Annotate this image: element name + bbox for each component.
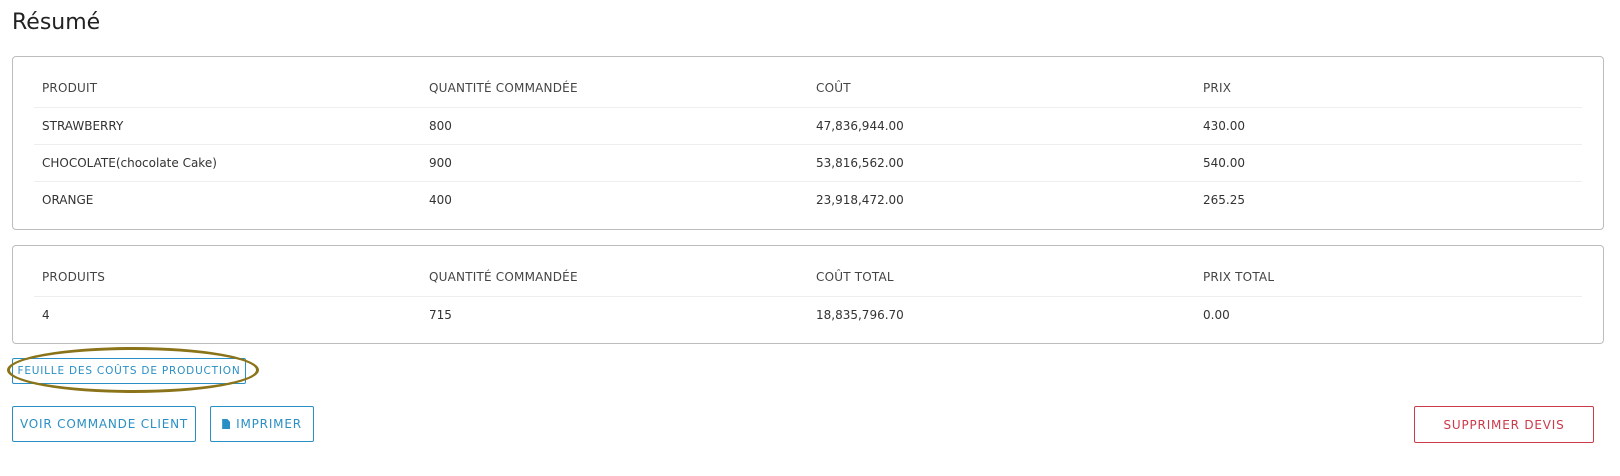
cell-product: CHOCOLATE(chocolate Cake) — [34, 144, 421, 182]
totals-card: PRODUITS QUANTITÉ COMMANDÉE COÛT TOTAL P… — [12, 245, 1604, 344]
header-products: PRODUITS — [34, 258, 421, 297]
cell-price: 540.00 — [1195, 144, 1582, 182]
header-quantity-ordered: QUANTITÉ COMMANDÉE — [421, 69, 808, 108]
view-customer-order-button[interactable]: VOIR COMMANDE CLIENT — [12, 406, 196, 442]
table-row: CHOCOLATE(chocolate Cake) 900 53,816,562… — [34, 144, 1582, 182]
cell-total-quantity: 715 — [429, 308, 452, 322]
order-lines-table: PRODUIT QUANTITÉ COMMANDÉE COÛT PRIX STR… — [34, 69, 1582, 218]
cell-quantity: 800 — [421, 107, 808, 145]
header-quantity-ordered: QUANTITÉ COMMANDÉE — [421, 258, 808, 297]
document-icon — [222, 419, 231, 429]
cell-total-cost: 18,835,796.70 — [816, 308, 904, 322]
cell-cost: 47,836,944.00 — [808, 107, 1195, 145]
cell-total-price: 0.00 — [1203, 308, 1230, 322]
order-lines-card: PRODUIT QUANTITÉ COMMANDÉE COÛT PRIX STR… — [12, 56, 1604, 230]
production-cost-sheet-button[interactable]: FEUILLE DES COÛTS DE PRODUCTION — [12, 358, 246, 384]
cell-price: 265.25 — [1203, 193, 1245, 207]
header-price: PRIX — [1195, 69, 1582, 108]
header-total-price: PRIX TOTAL — [1195, 258, 1582, 297]
cell-quantity: 400 — [429, 193, 452, 207]
table-row: STRAWBERRY 800 47,836,944.00 430.00 — [34, 107, 1582, 145]
table-row: ORANGE 400 23,918,472.00 265.25 — [34, 182, 1582, 219]
print-button-label: IMPRIMER — [236, 417, 302, 431]
cell-price: 430.00 — [1195, 107, 1582, 145]
header-total-cost: COÛT TOTAL — [808, 258, 1195, 297]
cell-cost: 23,918,472.00 — [816, 193, 904, 207]
table-header-row: PRODUIT QUANTITÉ COMMANDÉE COÛT PRIX — [34, 69, 1582, 108]
cell-product: ORANGE — [42, 193, 94, 207]
cell-products-count: 4 — [42, 308, 50, 322]
header-cost: COÛT — [808, 69, 1195, 108]
table-header-row: PRODUITS QUANTITÉ COMMANDÉE COÛT TOTAL P… — [34, 258, 1582, 297]
table-row: 4 715 18,835,796.70 0.00 — [34, 297, 1582, 334]
totals-table: PRODUITS QUANTITÉ COMMANDÉE COÛT TOTAL P… — [34, 258, 1582, 333]
cell-cost: 53,816,562.00 — [808, 144, 1195, 182]
print-button[interactable]: IMPRIMER — [210, 406, 314, 442]
page-title: Résumé — [12, 10, 101, 35]
delete-quote-button[interactable]: SUPPRIMER DEVIS — [1414, 406, 1594, 443]
cell-product: STRAWBERRY — [34, 107, 421, 145]
cell-quantity: 900 — [421, 144, 808, 182]
header-product: PRODUIT — [34, 69, 421, 108]
